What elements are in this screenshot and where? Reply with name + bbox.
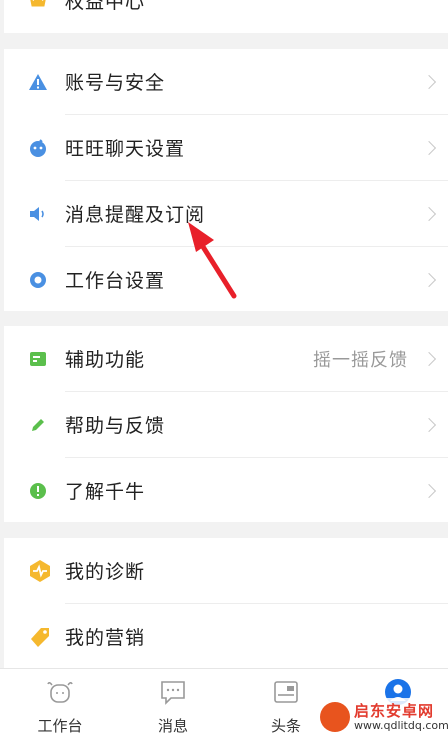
watermark-logo-icon (320, 702, 350, 732)
account-security-label: 账号与安全 (65, 72, 166, 94)
workbench-settings-label: 工作台设置 (65, 270, 166, 292)
chevron-right-icon (421, 351, 437, 366)
message-bubble-icon (159, 679, 187, 705)
tag-icon (28, 625, 52, 649)
accessibility-label: 辅助功能 (65, 349, 146, 371)
about-qianniu-item[interactable]: 了解千牛 (4, 458, 448, 523)
account-security-item[interactable]: 账号与安全 (4, 49, 448, 114)
tab-messages-label: 消息 (157, 717, 188, 735)
pencil-icon (28, 415, 48, 435)
my-diagnosis-label: 我的诊断 (65, 561, 146, 583)
shake-feedback-value: 摇一摇反馈 (313, 349, 408, 371)
gear-icon (28, 270, 48, 290)
annotation-arrow (188, 222, 237, 299)
about-qianniu-label: 了解千牛 (65, 481, 146, 503)
diagnosis-icon (28, 559, 52, 583)
rights-center-item[interactable]: 权益中心 (4, 0, 448, 33)
help-section: 辅助功能 摇一摇反馈 帮助与反馈 了解千牛 (4, 326, 448, 522)
chat-bubble-icon (28, 138, 48, 158)
site-watermark: 启东安卓网 www.qdlitdq.com (318, 698, 448, 736)
tab-workbench[interactable]: 工作台 (4, 669, 116, 740)
accessibility-item[interactable]: 辅助功能 摇一摇反馈 (4, 326, 448, 391)
watermark-url: www.qdlitdq.com (354, 719, 448, 732)
tab-messages[interactable]: 消息 (117, 669, 229, 740)
chevron-right-icon (421, 74, 437, 89)
wangwang-chat-settings-item[interactable]: 旺旺聊天设置 (4, 115, 448, 180)
speaker-icon (28, 204, 48, 224)
wangwang-chat-settings-label: 旺旺聊天设置 (65, 138, 186, 160)
chevron-right-icon (421, 483, 437, 498)
my-marketing-label: 我的营销 (65, 627, 146, 649)
rights-center-label: 权益中心 (65, 0, 146, 13)
my-diagnosis-item[interactable]: 我的诊断 (4, 538, 448, 603)
my-marketing-item[interactable]: 我的营销 (4, 604, 448, 669)
top-section: 权益中心 (4, 0, 448, 33)
workbench-cow-icon (46, 679, 74, 705)
tab-workbench-label: 工作台 (37, 717, 83, 735)
crown-icon (28, 0, 48, 11)
chevron-right-icon (421, 206, 437, 221)
help-feedback-item[interactable]: 帮助与反馈 (4, 392, 448, 457)
chevron-right-icon (421, 140, 437, 155)
chevron-right-icon (421, 417, 437, 432)
help-feedback-label: 帮助与反馈 (65, 415, 166, 437)
tools-section: 我的诊断 我的营销 (4, 538, 448, 668)
news-icon (272, 679, 300, 705)
info-icon (28, 481, 48, 501)
accessibility-icon (28, 349, 48, 369)
chevron-right-icon (421, 272, 437, 287)
watermark-title: 启东安卓网 (354, 702, 435, 720)
warning-triangle-icon (28, 72, 48, 92)
